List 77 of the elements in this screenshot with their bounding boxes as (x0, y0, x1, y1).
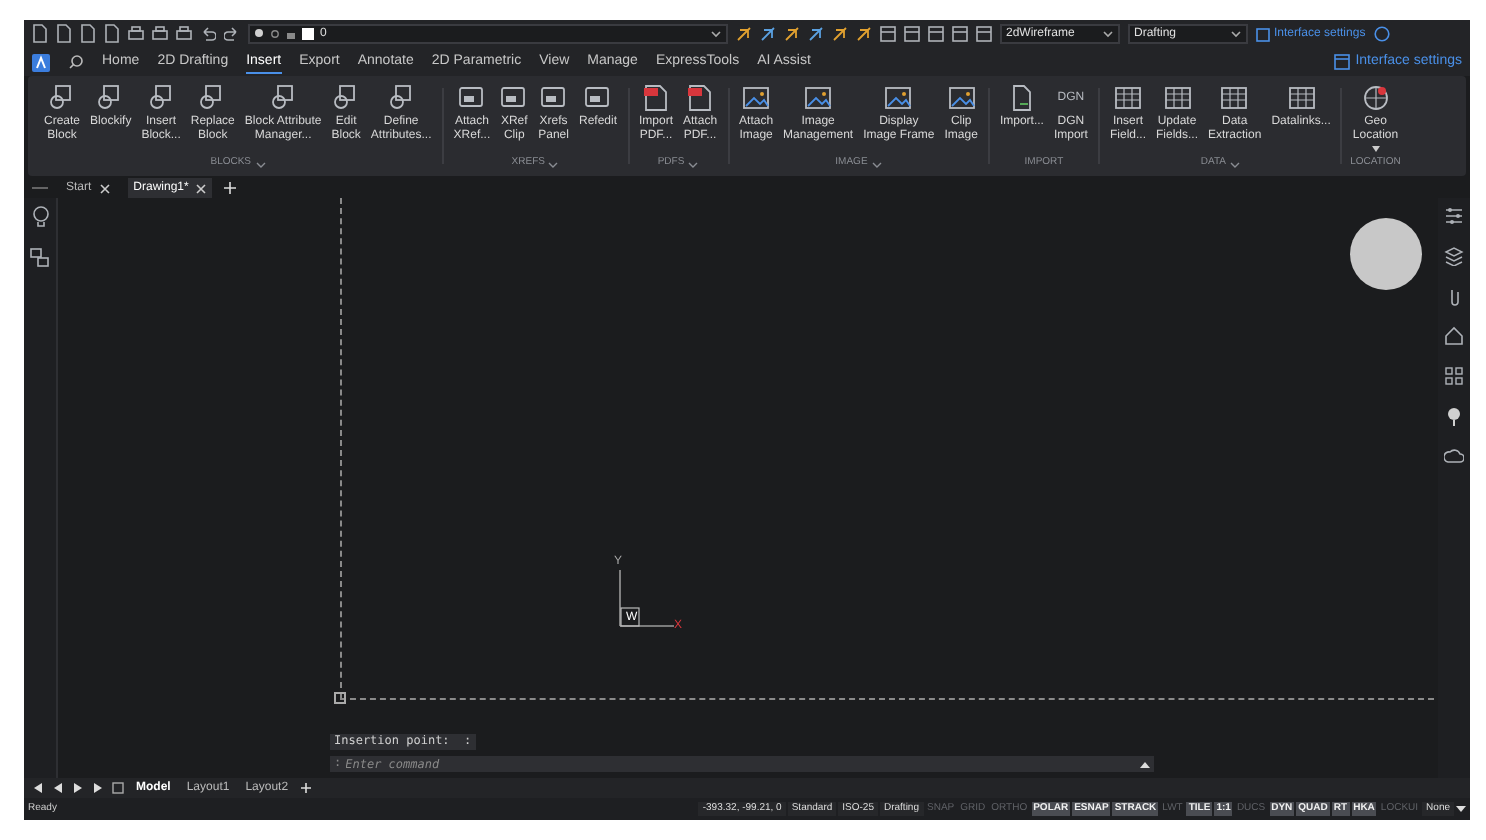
tool-icon[interactable] (784, 26, 800, 42)
sliders-icon[interactable] (1444, 206, 1464, 226)
document-icon (1007, 84, 1036, 112)
square-icon (302, 28, 314, 40)
globe-icon (1361, 84, 1390, 112)
caret-up-icon (1140, 761, 1150, 767)
picture-icon (804, 84, 833, 112)
help-icon[interactable] (1373, 26, 1390, 42)
table-icon (1163, 84, 1191, 112)
window-icon[interactable] (952, 26, 968, 42)
chevron-down-icon[interactable] (548, 161, 559, 167)
ucs-axes-drawing (614, 566, 674, 630)
grid-icon[interactable] (1444, 366, 1464, 386)
lightbulb-icon (254, 28, 264, 40)
block-icon (387, 84, 416, 112)
block-icon (269, 84, 298, 112)
table-icon (1220, 84, 1249, 112)
chevron-down-icon (1102, 30, 1114, 38)
layers-icon[interactable] (30, 248, 50, 268)
menu-icon[interactable] (32, 185, 48, 191)
lock-icon (286, 28, 296, 40)
window-icon (1256, 27, 1270, 41)
frame-icon (457, 84, 486, 112)
table-icon (1287, 84, 1316, 112)
chevron-down-icon (1230, 30, 1242, 38)
lightbulb-icon[interactable] (31, 206, 49, 228)
printer-icon[interactable] (128, 26, 144, 42)
block-icon (198, 84, 227, 112)
printer-icon[interactable] (176, 26, 192, 42)
tool-icon[interactable] (808, 26, 824, 42)
cloud-icon[interactable] (1444, 446, 1464, 466)
tool-icon[interactable] (736, 26, 752, 42)
chevron-down-icon[interactable] (1229, 161, 1240, 167)
picture-icon (742, 84, 771, 112)
plus-icon[interactable] (224, 182, 237, 194)
chevron-down-icon[interactable] (688, 161, 699, 167)
pdf-icon (686, 84, 715, 112)
app-logo-icon[interactable] (32, 53, 50, 71)
pin-icon[interactable] (1444, 406, 1464, 426)
chevron-down-icon[interactable] (255, 161, 266, 167)
close-icon[interactable] (99, 183, 110, 193)
printer-icon[interactable] (152, 26, 168, 42)
chevron-down-icon (710, 30, 722, 38)
block-icon (48, 84, 76, 112)
plus-icon[interactable] (300, 782, 313, 794)
window-icon[interactable] (976, 26, 992, 42)
frame-icon (500, 84, 529, 112)
window-icon[interactable] (112, 782, 124, 794)
redo-icon[interactable] (224, 26, 240, 42)
picture-icon (884, 84, 913, 112)
layers-icon[interactable] (1444, 246, 1464, 266)
tool-icon[interactable] (832, 26, 848, 42)
window-icon[interactable] (928, 26, 944, 42)
caret-down-icon (1371, 146, 1380, 152)
table-icon (1113, 84, 1142, 112)
window-icon[interactable] (880, 26, 896, 42)
navigation-wheel[interactable] (1350, 218, 1422, 290)
close-icon[interactable] (196, 183, 207, 193)
block-icon (147, 84, 176, 112)
tool-icon[interactable] (760, 26, 776, 42)
block-icon (96, 84, 125, 112)
pdf-icon (642, 84, 670, 112)
pickbox (334, 692, 346, 704)
undo-icon[interactable] (200, 26, 216, 42)
chevron-down-icon[interactable] (871, 161, 882, 167)
frame-icon (539, 84, 568, 112)
scroll-up-button[interactable] (1136, 756, 1154, 772)
search-icon[interactable] (68, 54, 84, 70)
window-icon[interactable] (904, 26, 920, 42)
frame-icon (583, 84, 612, 112)
window-icon (1333, 54, 1350, 70)
caret-down-icon[interactable] (1456, 806, 1466, 812)
block-icon (332, 84, 361, 112)
house-icon[interactable] (1444, 326, 1464, 346)
sun-icon (270, 28, 280, 40)
tool-icon[interactable] (856, 26, 872, 42)
picture-icon (947, 84, 976, 112)
